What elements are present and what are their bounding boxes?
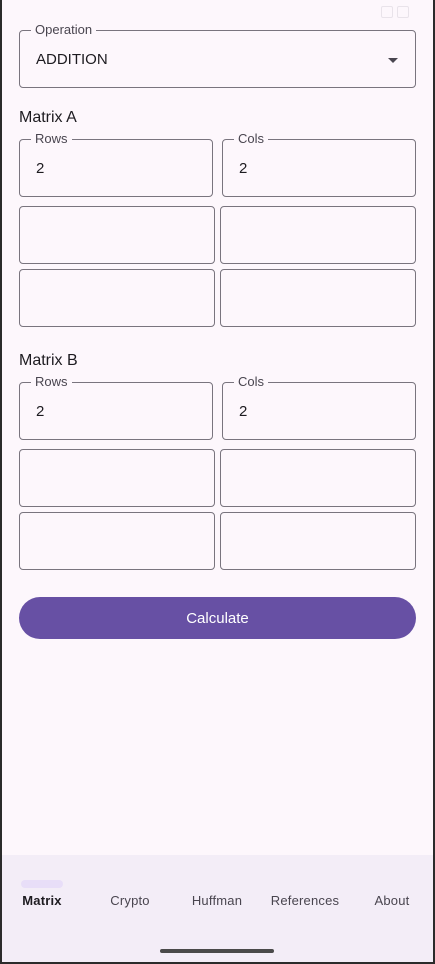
matrix-b-cell-input[interactable]	[19, 449, 215, 507]
nav-item-references[interactable]: References	[262, 855, 348, 935]
nav-item-crypto[interactable]: Crypto	[87, 855, 173, 935]
matrix-a-cols-value: 2	[239, 159, 248, 177]
home-indicator[interactable]	[160, 949, 274, 953]
matrix-b-cols-value: 2	[239, 402, 248, 420]
matrix-b-cell-input[interactable]	[220, 512, 416, 570]
matrix-a-rows-value: 2	[36, 159, 45, 177]
nav-label: Matrix	[22, 893, 62, 908]
nav-item-about[interactable]: About	[349, 855, 433, 935]
calculate-button[interactable]: Calculate	[19, 597, 416, 639]
nav-label: References	[270, 893, 340, 908]
nav-item-matrix[interactable]: Matrix	[2, 855, 85, 935]
bottom-navigation: Matrix Crypto Huffman References About	[2, 855, 433, 962]
matrix-a-cell-input[interactable]	[19, 206, 215, 264]
nav-item-huffman[interactable]: Huffman	[174, 855, 260, 935]
operation-dropdown[interactable]: Operation ADDITION	[19, 23, 416, 88]
nav-label: About	[374, 893, 410, 908]
matrix-a-cell-input[interactable]	[220, 269, 416, 327]
matrix-a-rows-field[interactable]: Rows 2	[19, 132, 213, 197]
matrix-b-cell-input[interactable]	[19, 512, 215, 570]
matrix-a-cell-input[interactable]	[19, 269, 215, 327]
matrix-b-cols-field[interactable]: Cols 2	[222, 375, 416, 440]
matrix-b-rows-value: 2	[36, 402, 45, 420]
status-bar	[2, 0, 433, 22]
matrix-a-cols-field[interactable]: Cols 2	[222, 132, 416, 197]
matrix-b-cell-input[interactable]	[220, 449, 416, 507]
matrix-a-title: Matrix A	[19, 109, 77, 126]
wifi-icon	[381, 6, 393, 18]
nav-label: Crypto	[110, 893, 150, 908]
matrix-a-cell-input[interactable]	[220, 206, 416, 264]
nav-label: Huffman	[191, 893, 243, 908]
matrix-b-title: Matrix B	[19, 352, 78, 369]
battery-icon	[397, 6, 409, 18]
app-screen: Operation ADDITION Matrix A Rows 2 Cols …	[2, 0, 433, 962]
status-icons	[381, 6, 409, 18]
matrix-b-rows-field[interactable]: Rows 2	[19, 375, 213, 440]
nav-active-indicator	[21, 880, 63, 888]
operation-value: ADDITION	[36, 50, 108, 68]
dropdown-arrow-icon	[388, 58, 398, 63]
